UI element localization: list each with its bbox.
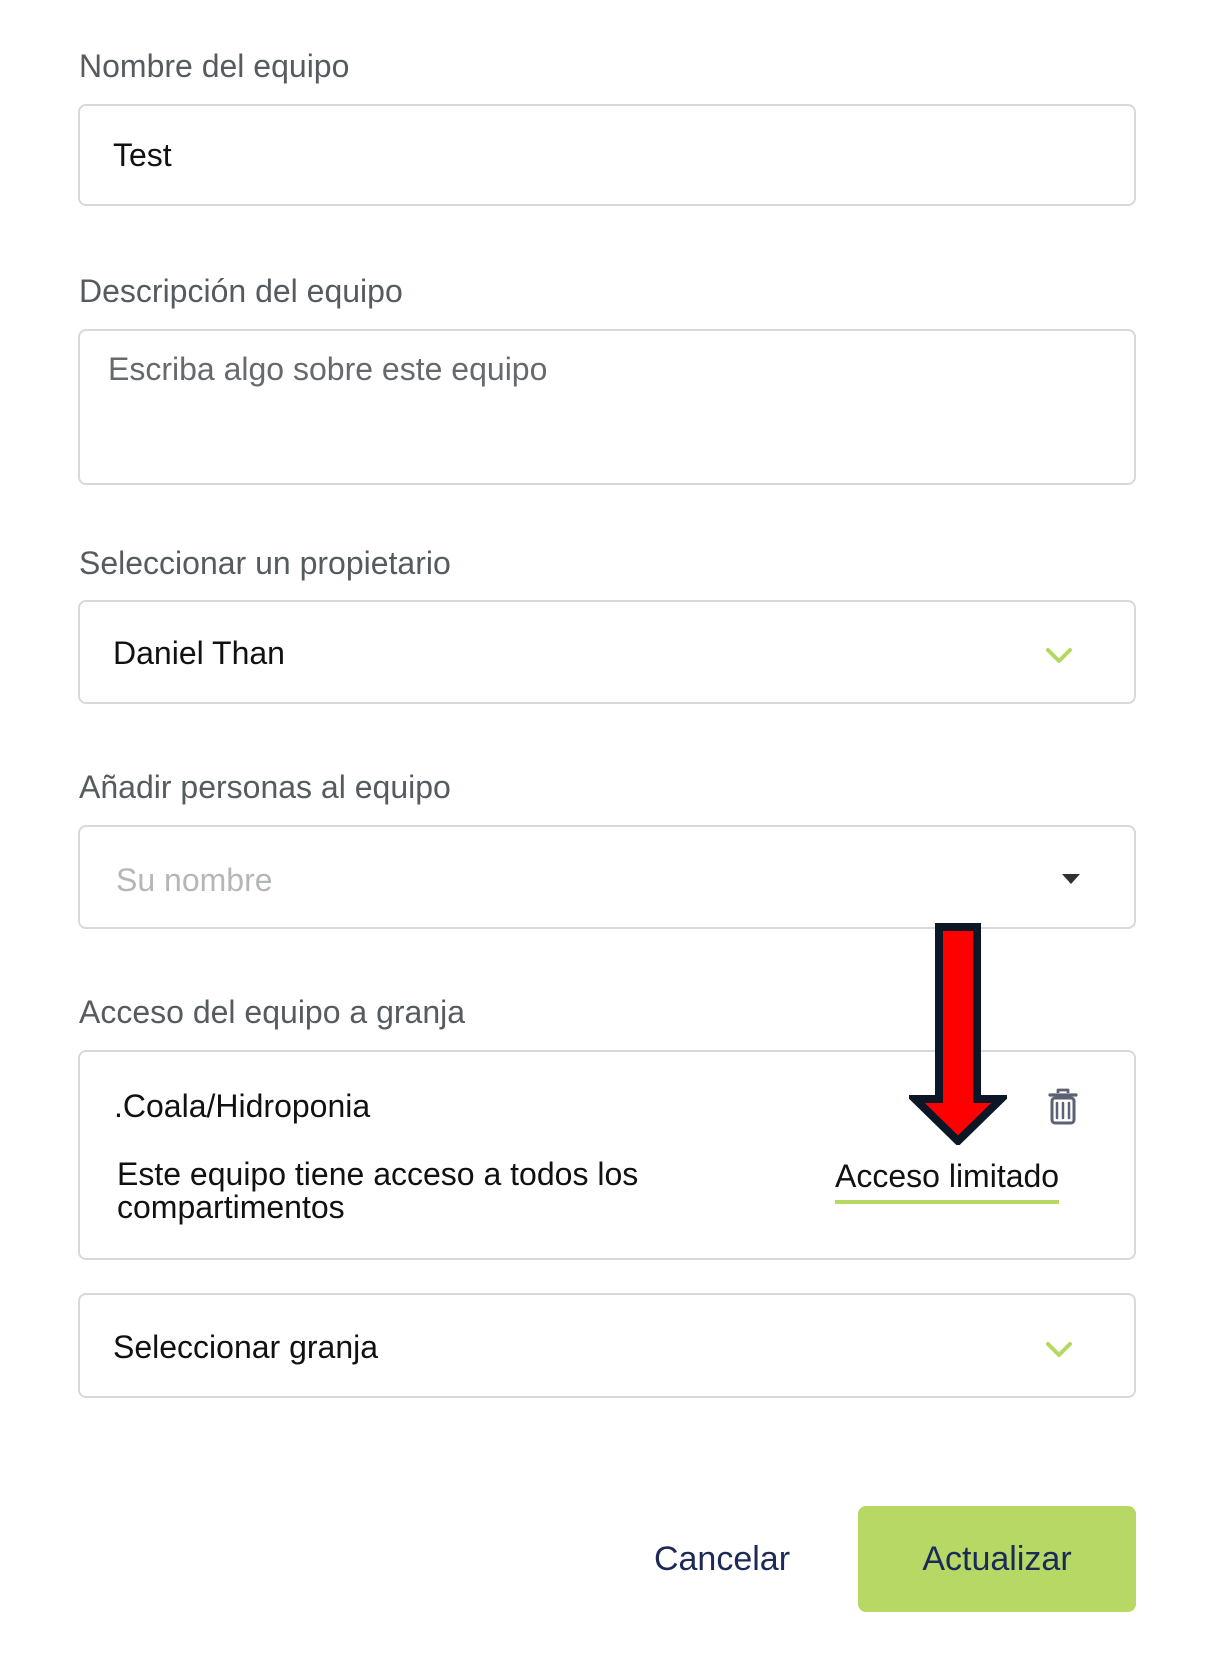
team-name-value: Test <box>113 137 172 173</box>
owner-select[interactable]: Daniel Than <box>78 600 1136 704</box>
farm-access-label: Acceso del equipo a granja <box>79 994 466 1030</box>
caret-down-icon <box>1062 874 1080 884</box>
add-people-select[interactable]: Su nombre <box>78 825 1136 929</box>
limited-access-link[interactable]: Acceso limitado <box>835 1160 1060 1204</box>
farm-select-value: Seleccionar granja <box>113 1329 379 1365</box>
cancel-button[interactable]: Cancelar <box>627 1506 817 1612</box>
farm-access-description: Este equipo tiene acceso a todos los com… <box>117 1156 639 1225</box>
chevron-down-icon <box>1046 648 1072 663</box>
team-description-placeholder: Escriba algo sobre este equipo <box>108 351 548 387</box>
add-people-placeholder: Su nombre <box>116 862 273 898</box>
add-people-label: Añadir personas al equipo <box>79 769 451 805</box>
owner-label: Seleccionar un propietario <box>79 545 451 581</box>
team-name-label: Nombre del equipo <box>79 48 350 84</box>
team-description-textarea[interactable]: Escriba algo sobre este equipo <box>78 329 1136 485</box>
chevron-down-icon <box>1046 1342 1072 1357</box>
team-description-label: Descripción del equipo <box>79 273 403 309</box>
red-arrow-down-icon <box>909 923 1007 1145</box>
trash-icon[interactable] <box>1047 1088 1079 1126</box>
owner-value: Daniel Than <box>113 635 285 671</box>
update-button[interactable]: Actualizar <box>858 1506 1136 1612</box>
farm-select[interactable]: Seleccionar granja <box>78 1293 1136 1398</box>
team-name-input[interactable]: Test <box>78 104 1136 206</box>
farm-path: .Coala/Hidroponia <box>114 1088 371 1124</box>
